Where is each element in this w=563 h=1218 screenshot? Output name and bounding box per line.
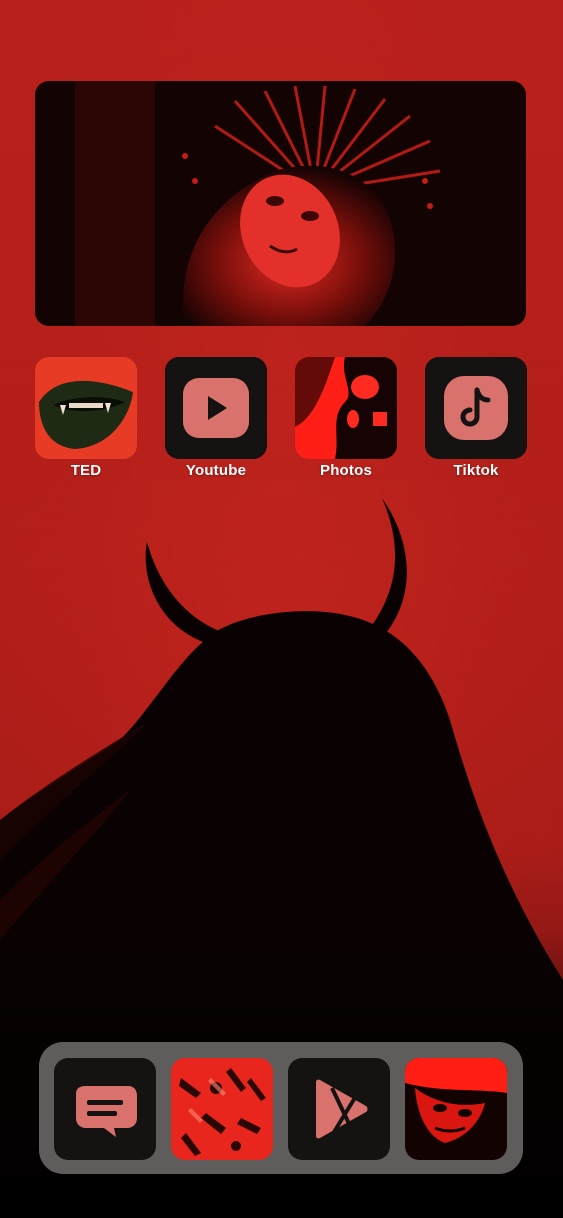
app-youtube[interactable]: Youtube bbox=[165, 357, 267, 479]
home-screen: TED Youtube Photos Tiktok bbox=[0, 0, 563, 1218]
madonna-artwork-icon bbox=[35, 81, 526, 326]
app-label-youtube: Youtube bbox=[185, 462, 247, 479]
app-label-ted: TED bbox=[70, 462, 102, 479]
youtube-icon bbox=[165, 357, 267, 459]
infuse-play-icon bbox=[288, 1058, 390, 1160]
photo-widget[interactable] bbox=[35, 81, 526, 326]
red-face-artwork-icon bbox=[405, 1058, 507, 1160]
dock-app-hands[interactable] bbox=[171, 1058, 273, 1160]
dock-app-face[interactable] bbox=[405, 1058, 507, 1160]
app-label-photos: Photos bbox=[319, 462, 373, 479]
dock-app-messages[interactable] bbox=[54, 1058, 156, 1160]
app-label-tiktok: Tiktok bbox=[453, 462, 499, 479]
messages-icon bbox=[54, 1058, 156, 1160]
dock bbox=[39, 1042, 523, 1174]
app-ted[interactable]: TED bbox=[35, 357, 137, 479]
app-photos[interactable]: Photos bbox=[295, 357, 397, 479]
vampire-lips-icon bbox=[35, 357, 137, 459]
tiktok-icon bbox=[425, 357, 527, 459]
app-tiktok[interactable]: Tiktok bbox=[425, 357, 527, 479]
dock-app-infuse[interactable] bbox=[288, 1058, 390, 1160]
skull-photo-icon bbox=[295, 357, 397, 459]
hands-artwork-icon bbox=[171, 1058, 273, 1160]
